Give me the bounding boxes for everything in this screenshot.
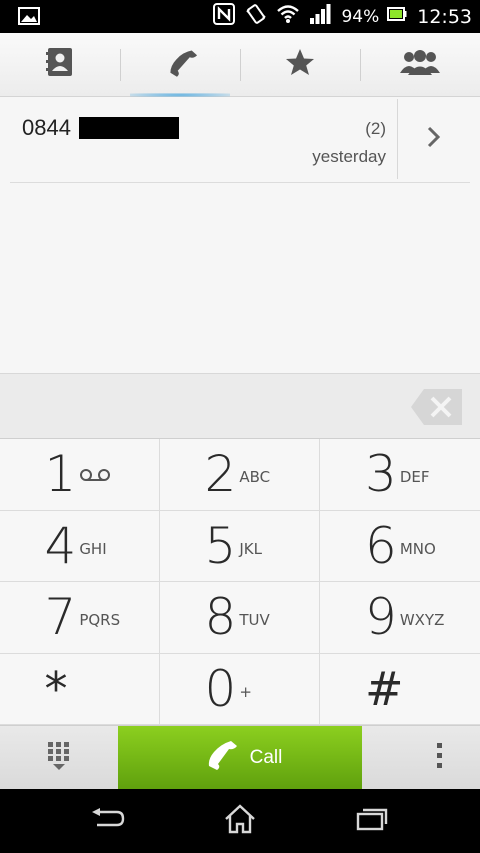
home-icon [224,803,256,839]
navigation-bar [0,789,480,853]
key-letters: DEF [399,468,430,487]
call-log-number: 0844 [22,115,179,141]
call-log-count: (2) [365,119,386,138]
star-icon [285,48,315,81]
call-log-detail-button[interactable] [398,99,470,179]
recent-apps-button[interactable] [322,789,422,853]
tab-bar [0,33,480,97]
key-7[interactable]: 7 PQRS [0,582,160,654]
key-letters: GHI [79,539,107,558]
voicemail-icon [79,468,123,486]
call-log-time: yesterday [312,147,386,166]
wifi-icon [277,4,300,29]
phone-icon [163,47,198,82]
recent-apps-icon [356,807,388,836]
key-5[interactable]: 5 JKL [160,510,320,582]
call-log: 0844 (2) yesterday [0,97,480,373]
tab-favorites[interactable] [240,33,360,96]
tab-phone[interactable] [120,33,240,97]
call-button[interactable]: Call [118,726,362,790]
status-time: 12:53 [417,5,472,28]
tab-groups[interactable] [360,33,480,96]
vibrate-icon [245,3,267,30]
dialpad-icon [47,741,71,776]
home-button[interactable] [190,789,290,853]
call-log-number-prefix: 0844 [22,115,71,140]
key-digit: # [365,661,404,716]
key-letters: PQRS [79,611,121,630]
key-star[interactable]: * [0,653,160,725]
key-digit: 9 [365,588,397,647]
key-6[interactable]: 6 MNO [320,511,480,582]
nfc-icon [213,3,236,30]
key-letters: TUV [239,611,270,630]
key-digit: 1 [44,445,77,504]
key-digit: 4 [44,516,77,575]
backspace-button[interactable] [410,388,464,426]
call-log-row[interactable]: 0844 (2) yesterday [10,99,470,183]
contacts-icon [46,47,74,82]
number-entry-field[interactable] [0,373,480,439]
tab-contacts[interactable] [0,33,120,96]
groups-icon [400,49,440,80]
key-1[interactable]: 1 [0,439,160,511]
key-8[interactable]: 8 TUV [160,582,320,654]
dialpad: 1 2 ABC 3 DEF 4 GHI 5 JKL 6 MNO 7 PQRS 8… [0,439,480,725]
action-bar: Call [0,725,480,790]
key-digit: 0 [204,659,237,718]
dialpad-toggle-button[interactable] [0,726,118,790]
key-0[interactable]: 0 + [160,653,320,725]
key-digit: 3 [365,445,397,504]
key-letters: JKL [239,539,262,558]
key-letters: WXYZ [399,611,445,630]
gallery-icon [18,7,40,25]
key-hash[interactable]: # [320,654,480,725]
key-9[interactable]: 9 WXYZ [320,582,480,654]
key-3[interactable]: 3 DEF [320,439,480,511]
signal-icon [309,4,331,29]
key-4[interactable]: 4 GHI [0,510,160,582]
key-letters: ABC [239,468,271,487]
status-bar: 94% 12:53 [0,0,480,33]
more-vertical-icon [437,742,443,774]
battery-icon [387,6,407,27]
key-digit: 2 [204,445,237,504]
phone-icon [198,739,238,777]
back-button[interactable] [58,789,158,853]
redacted-number [78,117,179,139]
back-icon [91,807,125,835]
key-letters: MNO [399,539,436,558]
key-digit: 5 [204,516,237,575]
key-letters: + [239,682,252,701]
key-digit: 7 [44,588,77,647]
key-2[interactable]: 2 ABC [160,439,320,511]
key-digit: 6 [365,516,397,575]
key-digit: * [44,661,68,716]
key-digit: 8 [204,588,237,647]
overflow-menu-button[interactable] [400,726,480,790]
chevron-right-icon [427,126,441,153]
call-label: Call [249,747,283,768]
battery-percent: 94% [341,6,380,27]
